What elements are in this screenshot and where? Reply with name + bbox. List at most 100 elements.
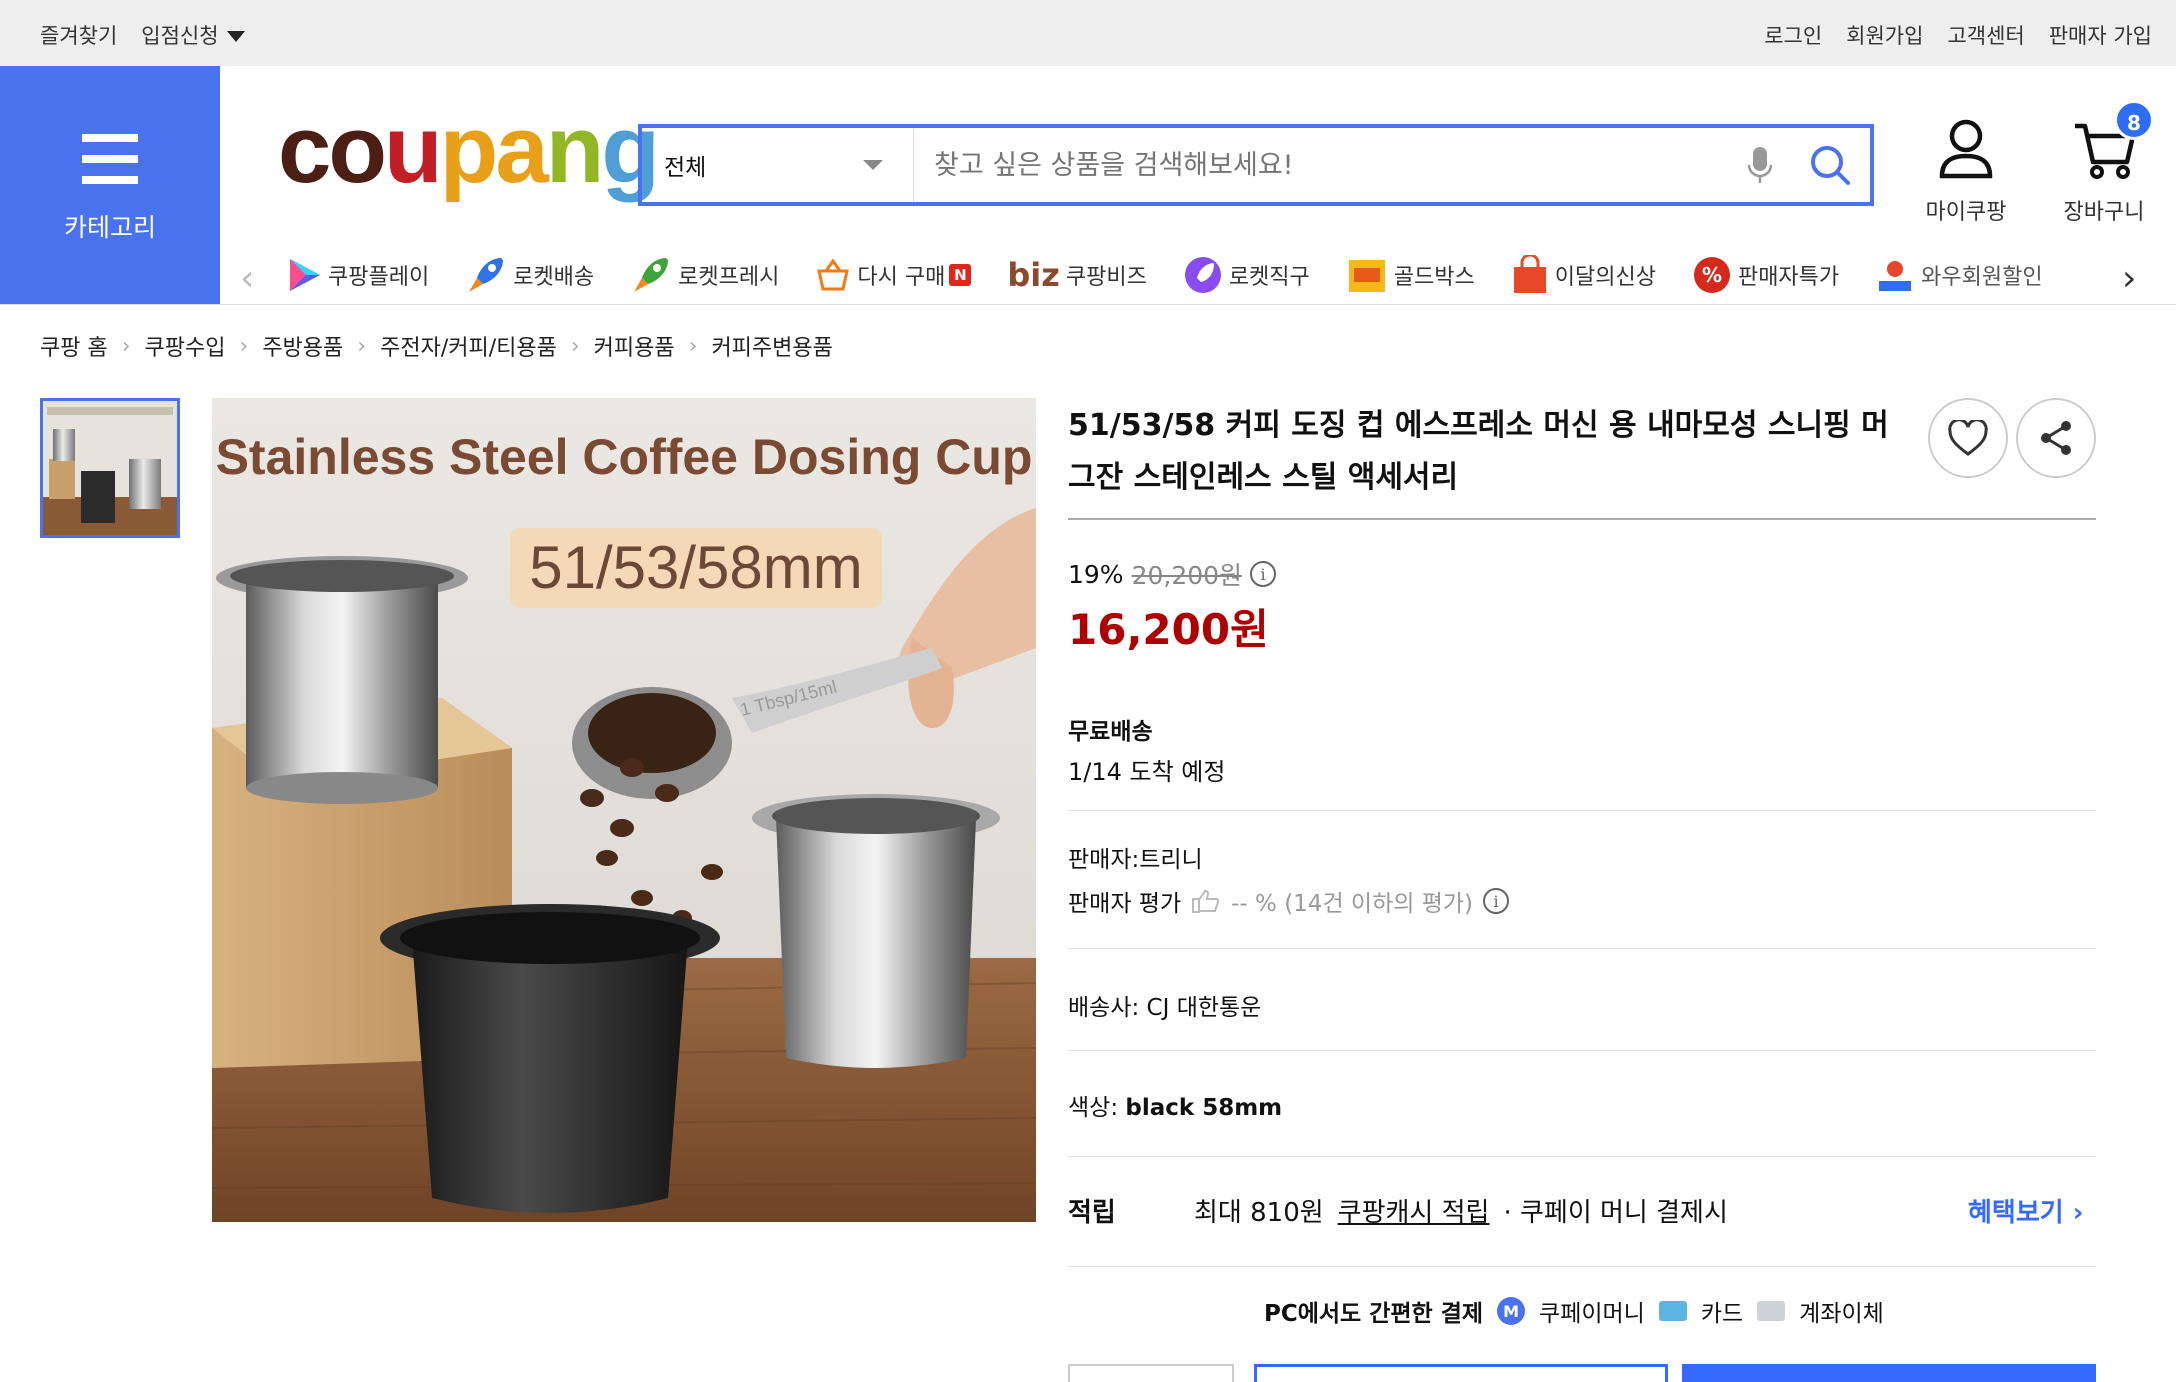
color-label: 색상: (1068, 1095, 1119, 1121)
my-coupang-button[interactable]: 마이쿠팡 (1906, 118, 2026, 226)
shopping-bag-icon (1513, 255, 1546, 293)
payment-method: 계좌이체 (1799, 1301, 1884, 1327)
nav-item-goldbox[interactable]: 골드박스 (1346, 254, 1475, 296)
info-icon[interactable]: i (1483, 888, 1509, 914)
nav-item-rebuy[interactable]: 다시 구매 N (815, 254, 972, 296)
product-title: 51/53/58 커피 도징 컵 에스프레소 머신 용 내마모성 스니핑 머그잔… (1068, 408, 1889, 495)
image-size-tag: 51/53/58mm (529, 534, 863, 601)
payment-method: 카드 (1700, 1301, 1744, 1327)
nav-item-rocket-global[interactable]: 로켓직구 (1183, 254, 1310, 296)
delivery-carrier: 배송사: CJ 대한통운 (1068, 995, 1262, 1021)
nav-item-label: 쿠팡비즈 (1065, 265, 1147, 290)
image-headline: Stainless Steel Coffee Dosing Cup (216, 429, 1033, 485)
nav-item-label: 쿠팡플레이 (328, 265, 430, 290)
seller-apply-dropdown[interactable]: 입점신청 (141, 20, 245, 50)
nav-item-label: 판매자특가 (1737, 265, 1840, 290)
quantity-stepper[interactable] (1068, 1364, 1234, 1382)
chevron-down-icon (226, 30, 245, 42)
payment-method: 쿠페이머니 (1539, 1301, 1645, 1327)
nav-item-rocket-fresh[interactable]: 로켓프레시 (630, 254, 779, 296)
search-scope-value: 전체 (664, 155, 707, 181)
biz-logo-icon: biz (1007, 256, 1060, 294)
breadcrumb-item[interactable]: 커피주변용품 (711, 330, 832, 362)
divider (1068, 1050, 2096, 1051)
svg-text:%: % (1702, 263, 1722, 287)
nav-item-coupang-play[interactable]: 쿠팡플레이 (286, 254, 429, 296)
coupay-money-icon: M (1497, 1297, 1526, 1325)
nav-item-label: 골드박스 (1393, 265, 1475, 290)
thumbs-up-icon (1192, 889, 1220, 913)
payment-lead: PC에서도 간편한 결제 (1264, 1301, 1484, 1327)
color-option[interactable]: 색상: black 58mm (1068, 1088, 1282, 1122)
sale-price: 16,200원 (1068, 605, 1269, 654)
wow-icon (1879, 261, 1912, 291)
divider (1068, 1156, 2096, 1157)
shipping-title: 무료배송 (1068, 719, 1153, 745)
share-button[interactable] (2016, 398, 2096, 478)
breadcrumb-item[interactable]: 쿠팡수입 (145, 330, 226, 362)
coupang-cash-link[interactable]: 쿠팡캐시 적립 (1338, 1192, 1490, 1229)
chevron-right-icon: › (357, 333, 367, 359)
breadcrumb-item[interactable]: 주방용품 (262, 330, 343, 362)
divider (1068, 948, 2096, 949)
nav-item-coupang-biz[interactable]: biz 쿠팡비즈 (1007, 254, 1146, 296)
customer-center-link[interactable]: 고객센터 (1947, 20, 2024, 50)
breadcrumb-item[interactable]: 쿠팡 홈 (40, 330, 108, 362)
rocket-fresh-icon (634, 258, 669, 292)
login-link[interactable]: 로그인 (1764, 20, 1822, 50)
product-main-image[interactable]: Stainless Steel Coffee Dosing Cup 51/53/… (212, 398, 1036, 1222)
cart-count-badge: 8 (2114, 100, 2154, 140)
chevron-down-icon (863, 160, 883, 170)
breadcrumb-item[interactable]: 커피용품 (594, 330, 675, 362)
payment-methods: PC에서도 간편한 결제 M 쿠페이머니 카드 계좌이체 (1264, 1294, 1884, 1328)
category-label: 카테고리 (63, 213, 156, 242)
buy-now-button[interactable] (1682, 1364, 2096, 1382)
original-price: 20,200원 (1131, 561, 1243, 590)
reward-detail: 최대 810원 쿠팡캐시 적립 · 쿠페이 머니 결제시 (1194, 1192, 1728, 1229)
search-scope-select[interactable]: 전체 (642, 128, 914, 202)
cart-button[interactable]: 장바구니 8 (2044, 100, 2164, 226)
nav-item-wow-discount[interactable]: 와우회원할인 (1875, 254, 2043, 296)
chevron-right-icon: › (239, 333, 249, 359)
seller-rating: 판매자 평가 -- % (14건 이하의 평가) i (1068, 884, 1509, 918)
search-icon[interactable] (1790, 128, 1870, 202)
rocket-icon (469, 258, 504, 292)
share-icon (2041, 421, 2071, 455)
logo-letter: p (439, 96, 499, 203)
user-icon (1939, 119, 1993, 179)
coupang-logo[interactable]: coupang (278, 96, 660, 203)
my-coupang-label: 마이쿠팡 (1925, 200, 2007, 225)
microphone-icon[interactable] (1730, 128, 1790, 202)
signup-link[interactable]: 회원가입 (1846, 20, 1923, 50)
nav-item-seller-deals[interactable]: % 판매자특가 (1692, 254, 1839, 296)
breadcrumb-item[interactable]: 주전자/커피/티용품 (380, 330, 557, 362)
category-menu-button[interactable]: 카테고리 (0, 66, 220, 304)
product-thumbnail[interactable] (40, 398, 180, 538)
shipping-date: 1/14 도착 예정 (1068, 758, 1226, 786)
nav-item-label: 로켓배송 (513, 265, 595, 290)
wishlist-button[interactable] (1928, 398, 2008, 478)
view-benefits-link[interactable]: 혜택보기 › (1968, 1192, 2083, 1229)
seller-name[interactable]: 판매자:트리니 (1068, 840, 1203, 874)
chevron-right-icon: › (570, 333, 580, 359)
chevron-left-icon[interactable]: ‹ (240, 258, 254, 299)
chevron-right-icon[interactable]: › (2122, 258, 2136, 299)
divider (0, 304, 2176, 305)
hamburger-icon (82, 134, 138, 197)
card-icon (1658, 1301, 1687, 1321)
logo-letter: u (384, 96, 443, 203)
nav-item-new-arrivals[interactable]: 이달의신상 (1511, 254, 1656, 296)
add-to-cart-button[interactable] (1254, 1364, 1668, 1382)
breadcrumb: 쿠팡 홈 › 쿠팡수입 › 주방용품 › 주전자/커피/티용품 › 커피용품 › 커피주변… (40, 330, 833, 362)
info-icon[interactable]: i (1250, 561, 1277, 587)
bookmark-link[interactable]: 즐겨찾기 (40, 20, 117, 50)
seller-rating-label: 판매자 평가 (1068, 891, 1182, 917)
bank-transfer-icon (1757, 1301, 1786, 1321)
color-value: black 58mm (1125, 1095, 1283, 1121)
nav-item-label: 이달의신상 (1554, 265, 1656, 290)
chevron-right-icon: › (121, 333, 131, 359)
seller-signup-link[interactable]: 판매자 가입 (2049, 20, 2152, 50)
search-input[interactable] (914, 128, 1730, 202)
nav-item-rocket-delivery[interactable]: 로켓배송 (465, 254, 594, 296)
reward-title: 적립 (1068, 1198, 1116, 1228)
